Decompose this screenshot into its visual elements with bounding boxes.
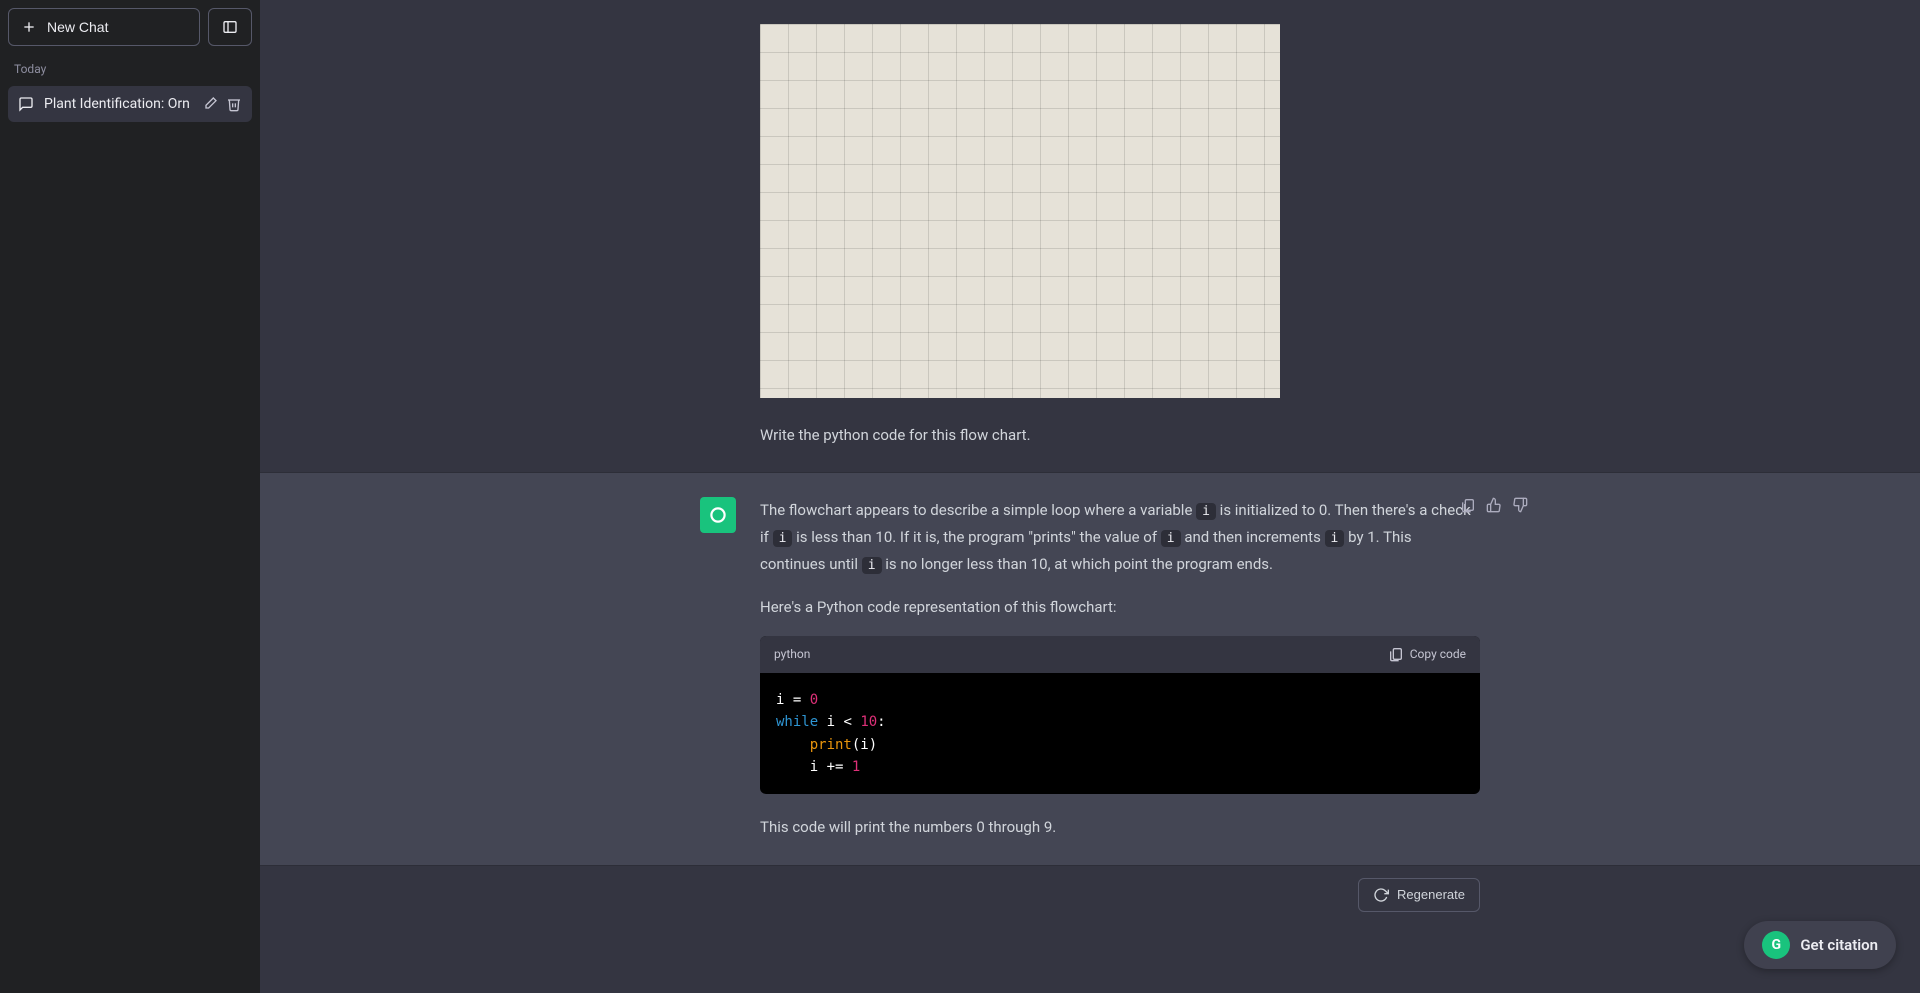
text-span: is no longer less than 10, at which poin… <box>882 555 1273 573</box>
chat-bubble-icon <box>18 96 34 112</box>
edit-icon[interactable] <box>202 96 218 112</box>
openai-logo-icon <box>707 504 729 526</box>
user-message-content: Write the python code for this flow char… <box>760 24 1480 448</box>
thumbs-down-icon[interactable] <box>1512 497 1528 513</box>
sidebar-chat-item[interactable]: Plant Identification: Orn <box>8 86 252 122</box>
app-root: New Chat Today Plant Identification: Orn <box>0 0 1920 993</box>
code-token: i += <box>776 759 852 775</box>
regenerate-inner: Regenerate <box>700 878 1480 912</box>
inline-code: i <box>773 530 793 547</box>
chat-item-title: Plant Identification: Orn <box>44 96 192 112</box>
text-span: The flowchart appears to describe a simp… <box>760 501 1196 519</box>
main-area: Write the python code for this flow char… <box>260 0 1920 993</box>
code-token: i < <box>818 714 860 730</box>
code-token: : <box>877 714 885 730</box>
panel-icon <box>222 19 238 35</box>
code-token: 1 <box>852 759 860 775</box>
regenerate-button[interactable]: Regenerate <box>1358 878 1480 912</box>
copy-message-icon[interactable] <box>1460 497 1476 513</box>
assistant-paragraph-3: This code will print the numbers 0 throu… <box>760 814 1480 840</box>
get-citation-label: Get citation <box>1800 936 1878 954</box>
regenerate-label: Regenerate <box>1397 887 1465 902</box>
copy-code-button[interactable]: Copy code <box>1388 644 1466 665</box>
assistant-message-content: The flowchart appears to describe a simp… <box>760 497 1480 840</box>
code-body[interactable]: i = 0 while i < 10: print(i) i += 1 <box>760 673 1480 795</box>
clipboard-icon <box>1388 646 1404 662</box>
conversation-scroll[interactable]: Write the python code for this flow char… <box>260 0 1920 993</box>
inline-code: i <box>1196 503 1216 520</box>
code-token: (i) <box>852 737 877 753</box>
assistant-message-inner: The flowchart appears to describe a simp… <box>700 497 1480 840</box>
message-feedback-bar <box>1460 497 1528 513</box>
code-block-header: python Copy code <box>760 636 1480 673</box>
inline-code: i <box>1161 530 1181 547</box>
attached-image[interactable] <box>760 24 1280 398</box>
inline-code: i <box>1325 530 1345 547</box>
code-block: python Copy code i = 0 while i < 10: pri… <box>760 636 1480 795</box>
code-token: while <box>776 714 818 730</box>
code-token: 0 <box>810 692 818 708</box>
copy-code-label: Copy code <box>1410 644 1466 665</box>
thumbs-up-icon[interactable] <box>1486 497 1502 513</box>
code-token: i = <box>776 692 810 708</box>
assistant-avatar <box>700 497 736 533</box>
citation-badge-icon: G <box>1762 931 1790 959</box>
code-token <box>776 737 810 753</box>
code-lang-label: python <box>774 644 810 665</box>
get-citation-button[interactable]: G Get citation <box>1744 921 1896 969</box>
text-span: is less than 10. If it is, the program "… <box>792 528 1160 546</box>
refresh-icon <box>1373 887 1389 903</box>
assistant-message-row: The flowchart appears to describe a simp… <box>260 472 1920 865</box>
regenerate-row: Regenerate <box>260 866 1920 912</box>
new-chat-label: New Chat <box>47 19 108 35</box>
assistant-paragraph-2: Here's a Python code representation of t… <box>760 594 1480 620</box>
sidebar-section-today: Today <box>8 52 252 80</box>
new-chat-button[interactable]: New Chat <box>8 8 200 46</box>
sidebar-top-row: New Chat <box>8 8 252 46</box>
user-message-inner: Write the python code for this flow char… <box>700 24 1480 448</box>
text-span: and then increments <box>1181 528 1325 546</box>
code-token: print <box>810 737 852 753</box>
user-prompt-text: Write the python code for this flow char… <box>760 422 1480 448</box>
collapse-sidebar-button[interactable] <box>208 8 252 46</box>
user-avatar <box>700 24 736 60</box>
assistant-paragraph-1: The flowchart appears to describe a simp… <box>760 497 1480 577</box>
plus-icon <box>21 19 37 35</box>
inline-code: i <box>862 557 882 574</box>
user-message-row: Write the python code for this flow char… <box>260 0 1920 472</box>
chat-item-actions <box>202 96 242 112</box>
sidebar: New Chat Today Plant Identification: Orn <box>0 0 260 993</box>
trash-icon[interactable] <box>226 96 242 112</box>
code-token: 10 <box>860 714 877 730</box>
